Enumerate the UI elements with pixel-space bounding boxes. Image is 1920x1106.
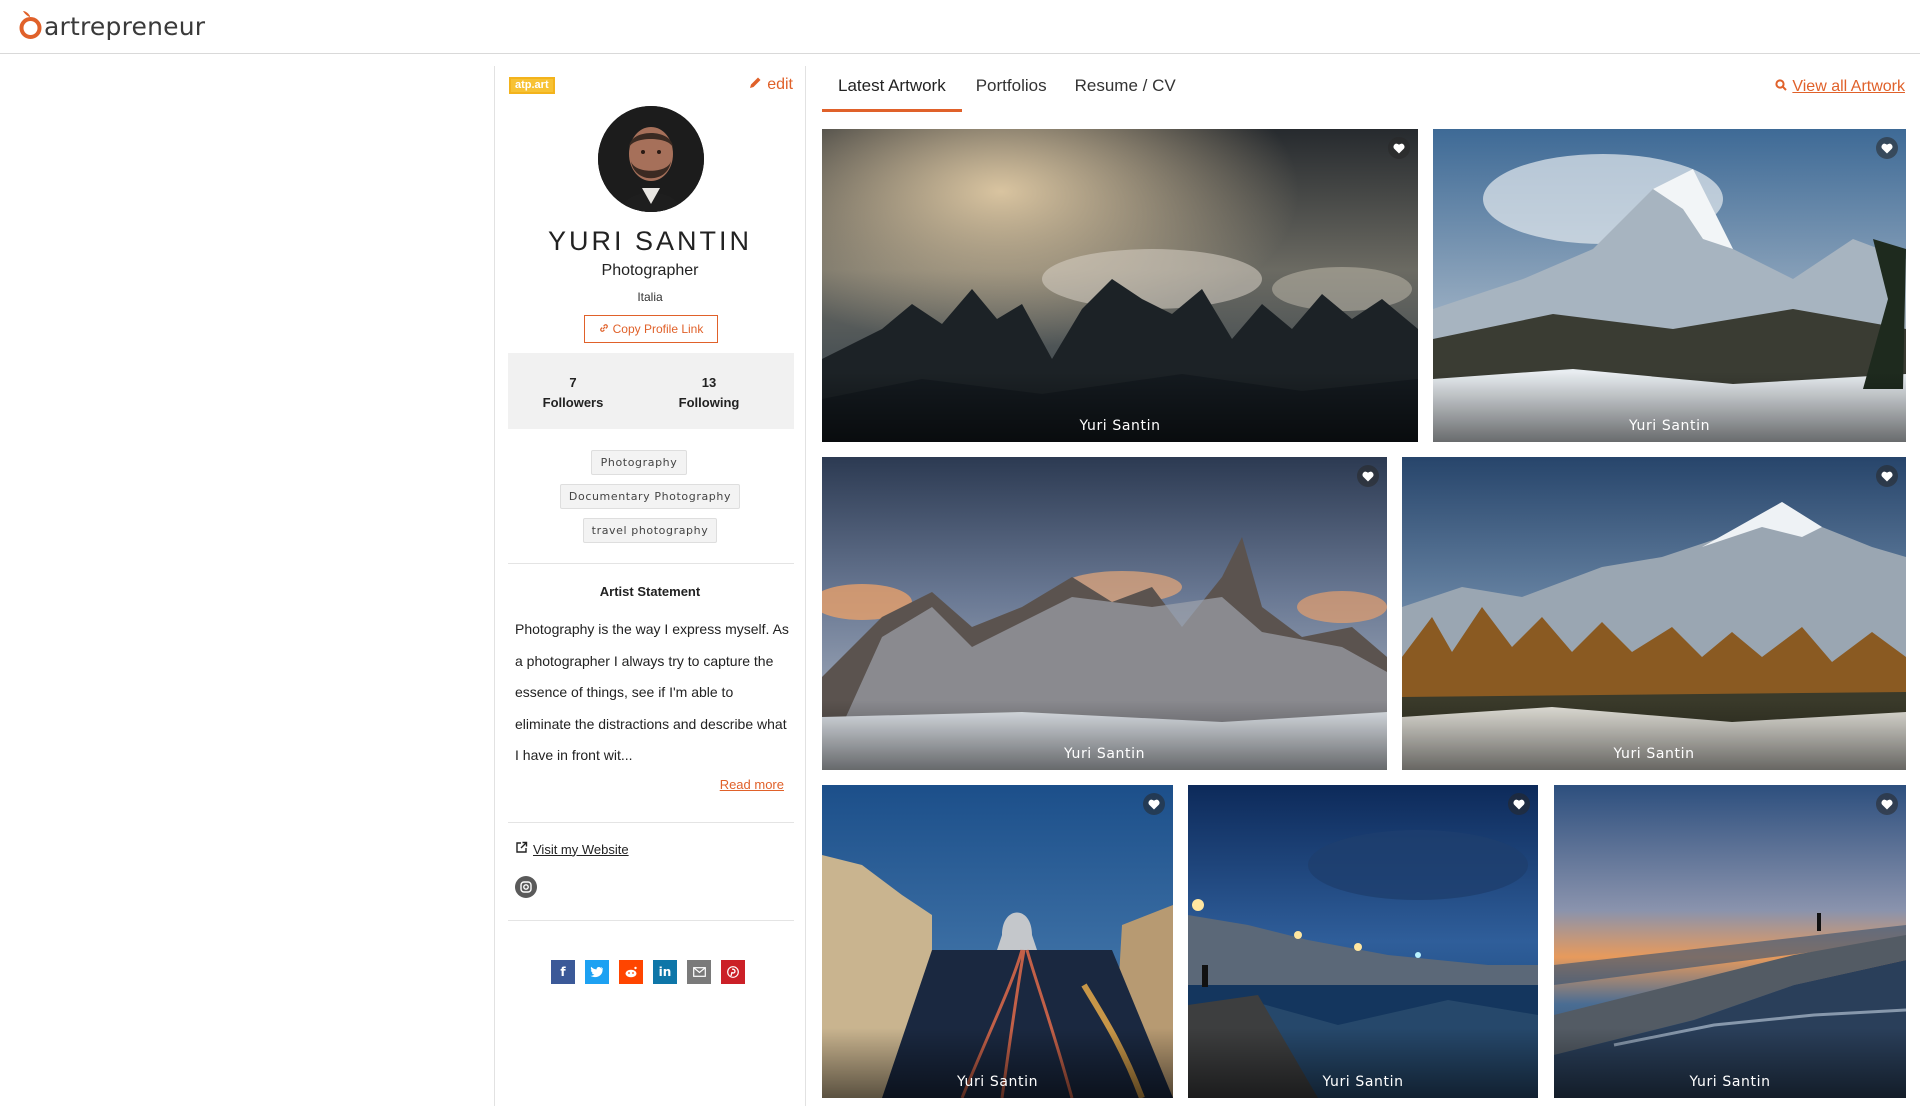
- followers-stat[interactable]: 7 Followers: [513, 373, 633, 413]
- profile-tabs: Latest Artwork Portfolios Resume / CV: [822, 66, 1190, 112]
- pencil-icon: [749, 76, 762, 94]
- instagram-icon[interactable]: [515, 876, 537, 898]
- artwork-artist-caption: Yuri Santin: [1689, 1074, 1771, 1090]
- following-label: Following: [678, 395, 740, 410]
- profile-panel: atp.art edit YURI SANTIN Photographer It…: [494, 66, 806, 1106]
- artwork-card[interactable]: Yuri Santin: [1433, 129, 1906, 442]
- artwork-card[interactable]: Yuri Santin: [822, 129, 1418, 442]
- artwork-artist-caption: Yuri Santin: [1322, 1074, 1404, 1090]
- followers-count: 7: [569, 375, 577, 390]
- artwork-artist-caption: Yuri Santin: [1079, 418, 1161, 434]
- facebook-icon[interactable]: f: [551, 960, 575, 984]
- artist-statement-title: Artist Statement: [599, 584, 701, 599]
- visit-website-link[interactable]: Visit my Website: [515, 841, 629, 857]
- view-all-artwork-link[interactable]: View all Artwork: [1775, 78, 1905, 96]
- external-link-icon: [515, 841, 528, 857]
- email-icon[interactable]: [687, 960, 711, 984]
- heart-icon[interactable]: [1876, 793, 1898, 815]
- view-all-artwork-label: View all Artwork: [1792, 78, 1905, 95]
- artwork-artist-caption: Yuri Santin: [1613, 746, 1695, 762]
- reddit-icon[interactable]: [619, 960, 643, 984]
- follow-stats: 7 Followers 13 Following: [508, 353, 794, 429]
- brand-name: artrepreneur: [44, 11, 206, 41]
- following-count: 13: [701, 375, 717, 390]
- atp-badge: atp.art: [509, 77, 555, 94]
- read-more-link[interactable]: Read more: [720, 777, 784, 792]
- artwork-card[interactable]: Yuri Santin: [822, 457, 1387, 770]
- artist-role: Photographer: [601, 262, 699, 279]
- heart-icon[interactable]: [1508, 793, 1530, 815]
- tag-photography[interactable]: Photography: [591, 450, 687, 475]
- artwork-card[interactable]: Yuri Santin: [1402, 457, 1906, 770]
- heart-icon[interactable]: [1143, 793, 1165, 815]
- top-bar: artrepreneur: [0, 0, 1920, 54]
- following-stat[interactable]: 13 Following: [649, 373, 769, 413]
- artwork-card[interactable]: Yuri Santin: [1188, 785, 1538, 1098]
- tag-documentary-photography[interactable]: Documentary Photography: [560, 484, 740, 509]
- followers-label: Followers: [542, 395, 604, 410]
- copy-profile-link-button[interactable]: Copy Profile Link: [584, 315, 718, 343]
- artwork-artist-caption: Yuri Santin: [1628, 418, 1711, 434]
- linkedin-icon[interactable]: in: [653, 960, 677, 984]
- divider: [508, 822, 794, 823]
- edit-label: edit: [767, 76, 793, 93]
- copy-profile-link-label: Copy Profile Link: [612, 322, 704, 336]
- share-buttons: f in: [551, 960, 745, 984]
- artwork-artist-caption: Yuri Santin: [1063, 746, 1146, 762]
- tag-travel-photography[interactable]: travel photography: [583, 518, 717, 543]
- divider: [508, 920, 794, 921]
- heart-icon[interactable]: [1876, 137, 1898, 159]
- link-icon: [599, 322, 609, 336]
- tab-resume-cv[interactable]: Resume / CV: [1061, 66, 1190, 112]
- artrepreneur-logo[interactable]: artrepreneur: [18, 8, 205, 42]
- heart-icon[interactable]: [1876, 465, 1898, 487]
- pinterest-icon[interactable]: [721, 960, 745, 984]
- orange-logo-icon: [18, 8, 44, 42]
- artwork-artist-caption: Yuri Santin: [956, 1074, 1039, 1090]
- artist-name: YURI SANTIN: [547, 226, 753, 256]
- twitter-icon[interactable]: [585, 960, 609, 984]
- edit-button[interactable]: edit: [749, 76, 793, 94]
- artwork-card[interactable]: Yuri Santin: [822, 785, 1173, 1098]
- heart-icon[interactable]: [1388, 137, 1410, 159]
- tab-latest-artwork[interactable]: Latest Artwork: [822, 66, 962, 112]
- avatar: [598, 106, 704, 212]
- artist-location: Italia: [637, 290, 663, 304]
- tab-portfolios[interactable]: Portfolios: [962, 66, 1061, 112]
- search-icon: [1775, 78, 1788, 96]
- divider: [508, 563, 794, 564]
- visit-website-label: Visit my Website: [533, 841, 629, 857]
- heart-icon[interactable]: [1357, 465, 1379, 487]
- artwork-card[interactable]: Yuri Santin: [1554, 785, 1906, 1098]
- artist-statement-text: Photography is the way I express myself.…: [515, 621, 789, 763]
